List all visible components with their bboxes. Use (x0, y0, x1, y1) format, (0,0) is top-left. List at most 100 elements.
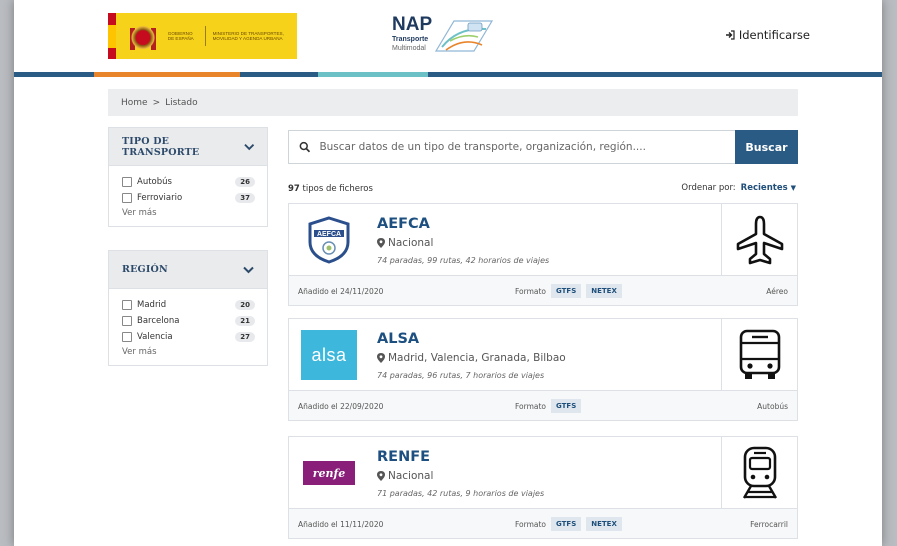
filter-title: REGIÓN (122, 264, 168, 275)
organization-logo: AEFCA (289, 204, 369, 276)
nap-title: NAP (392, 14, 433, 35)
see-more-link[interactable]: Ver más (122, 347, 255, 357)
sort-value: Recientes (740, 183, 788, 193)
count-badge: 26 (235, 177, 255, 187)
format-label: Formato (515, 401, 547, 411)
breadcrumb-separator: > (152, 97, 161, 108)
filter-option-label: Ferroviario (137, 193, 183, 203)
filter-title: TIPO DE TRANSPORTE (122, 135, 200, 158)
card-location-text: Nacional (388, 470, 434, 482)
region-filter-header[interactable]: REGIÓN (109, 251, 267, 289)
sort-label: Ordenar por: (681, 183, 736, 193)
plane-icon (736, 215, 783, 265)
government-logo[interactable]: Gobierno de España Ministerio de Transpo… (108, 13, 297, 59)
card-date: Añadido el 24/11/2020 (298, 287, 384, 296)
format-badge[interactable]: GTFS (551, 399, 582, 413)
card-description: 74 paradas, 96 rutas, 7 horarios de viaj… (377, 371, 545, 380)
card-footer: Añadido el 22/09/2020 Formato GTFS Autob… (289, 390, 797, 420)
map-marker-icon (377, 471, 385, 481)
results-count: 97 tipos de ficheros (288, 184, 373, 194)
multimodal-graphic-icon (434, 20, 494, 52)
card-footer: Añadido el 11/11/2020 Formato GTFS NETEX… (289, 508, 797, 538)
caret-down-icon: ▼ (790, 184, 796, 192)
count-badge: 20 (235, 300, 255, 310)
gov-text: Gobierno de España (167, 30, 194, 42)
filter-option: Madrid 20 (122, 299, 255, 311)
format-badge[interactable]: NETEX (586, 284, 622, 298)
checkbox[interactable] (122, 316, 132, 326)
search-input[interactable] (319, 141, 735, 153)
see-more-link[interactable]: Ver más (122, 208, 255, 218)
ministry-text: Ministerio de Transportes, Movilidad y A… (212, 30, 284, 42)
filter-option: Barcelona 21 (122, 315, 255, 327)
logo-text: renfe (312, 466, 346, 480)
filter-option-label: Barcelona (137, 316, 180, 326)
card-title[interactable]: AEFCA (377, 216, 430, 232)
train-icon (742, 446, 777, 499)
login-label: Identificarse (738, 28, 810, 42)
transport-mode (721, 204, 797, 276)
card-location-text: Madrid, Valencia, Granada, Bilbao (388, 352, 566, 364)
browser-page: Gobierno de España Ministerio de Transpo… (14, 0, 882, 546)
sort-dropdown[interactable]: Recientes ▼ (741, 183, 796, 193)
region-filter: REGIÓN Madrid 20 Barcelona 21 Valencia 2… (108, 250, 268, 366)
organization-logo: alsa (289, 319, 369, 391)
filter-body: Madrid 20 Barcelona 21 Valencia 27 Ver m… (109, 289, 267, 365)
filter-option-label: Valencia (137, 332, 173, 342)
transport-mode (721, 319, 797, 391)
login-link[interactable]: Identificarse (725, 28, 810, 42)
logo-divider (204, 26, 206, 46)
results-count-number: 97 (288, 184, 300, 194)
filter-option-valencia[interactable]: Valencia (122, 332, 173, 342)
map-marker-icon (377, 353, 385, 363)
nap-logo[interactable]: NAP Transporte Multimodal (388, 12, 498, 60)
search-bar: Buscar (288, 130, 798, 164)
transport-type-filter-header[interactable]: TIPO DE TRANSPORTE (109, 128, 267, 166)
card-formats: Formato GTFS (515, 399, 582, 413)
card-location: Nacional (377, 470, 433, 482)
logo-text: AEFCA (317, 231, 341, 238)
breadcrumb-current: Listado (165, 97, 198, 108)
checkbox[interactable] (122, 332, 132, 342)
card-location: Nacional (377, 237, 433, 249)
filter-option-ferroviario[interactable]: Ferroviario (122, 193, 182, 203)
filter-option-autobus[interactable]: Autobús (122, 177, 172, 187)
sign-in-icon (725, 30, 735, 40)
coat-of-arms-icon (127, 20, 158, 52)
format-badge[interactable]: GTFS (551, 284, 582, 298)
breadcrumb: Home > Listado (108, 89, 798, 116)
breadcrumb-home[interactable]: Home (121, 98, 148, 108)
checkbox[interactable] (122, 177, 132, 187)
checkbox[interactable] (122, 193, 132, 203)
dataset-card-aefca[interactable]: AEFCA AEFCA Nacional 74 paradas, 99 ruta… (288, 203, 798, 306)
dataset-card-renfe[interactable]: renfe RENFE Nacional 71 paradas, 42 ruta… (288, 436, 798, 539)
card-formats: Formato GTFS NETEX (515, 517, 622, 531)
card-title[interactable]: ALSA (377, 331, 419, 347)
card-title[interactable]: RENFE (377, 449, 430, 465)
format-badge[interactable]: GTFS (551, 517, 582, 531)
card-location-text: Nacional (388, 237, 434, 249)
dataset-card-alsa[interactable]: alsa ALSA Madrid, Valencia, Granada, Bil… (288, 318, 798, 421)
card-location: Madrid, Valencia, Granada, Bilbao (377, 352, 566, 364)
header-color-bar (14, 72, 882, 77)
filter-option: Ferroviario 37 (122, 192, 255, 204)
card-transport-type: Ferrocarril (750, 520, 788, 529)
filter-option-madrid[interactable]: Madrid (122, 300, 166, 310)
search-button[interactable]: Buscar (735, 130, 798, 164)
chevron-down-icon (243, 266, 254, 273)
filter-option: Autobús 26 (122, 176, 255, 188)
search-field[interactable] (288, 130, 735, 164)
card-date: Añadido el 11/11/2020 (298, 520, 384, 529)
card-description: 74 paradas, 99 rutas, 42 horarios de via… (377, 256, 550, 265)
format-label: Formato (515, 286, 547, 296)
search-icon (299, 141, 311, 153)
nap-subtitle-2: Multimodal (392, 45, 426, 52)
filter-option-label: Autobús (137, 177, 172, 187)
results-count-label: tipos de ficheros (302, 184, 373, 194)
filter-option-barcelona[interactable]: Barcelona (122, 316, 179, 326)
organization-logo: renfe (289, 437, 369, 509)
checkbox[interactable] (122, 300, 132, 310)
card-date: Añadido el 22/09/2020 (298, 402, 384, 411)
format-badge[interactable]: NETEX (586, 517, 622, 531)
sort-control: Ordenar por: Recientes ▼ (681, 183, 796, 193)
